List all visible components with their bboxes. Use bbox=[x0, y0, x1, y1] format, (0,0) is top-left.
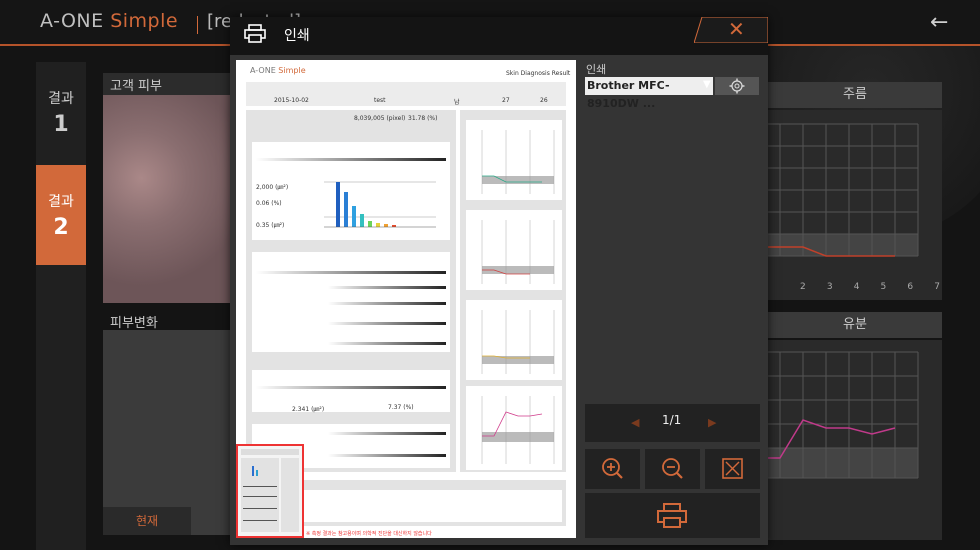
next-page-icon[interactable]: ▶ bbox=[708, 416, 716, 429]
zoom-out-button[interactable] bbox=[645, 449, 700, 489]
result-tab-2[interactable]: 결과 2 bbox=[36, 165, 86, 265]
preview-wrinkle-bar-1 bbox=[256, 271, 446, 274]
preview-total-count: 8,039,005 (pixel) bbox=[354, 115, 406, 122]
oil-chart-svg bbox=[768, 351, 919, 479]
fit-page-button[interactable] bbox=[705, 449, 760, 489]
zoom-out-icon bbox=[662, 458, 683, 479]
preview-date: 2015-10-02 bbox=[274, 97, 309, 104]
preview-footer-warning: ※ 측정 결과는 참고용이며 의학적 진단을 대신하지 않습니다 bbox=[306, 531, 432, 537]
preview-age: 27 bbox=[502, 97, 510, 104]
preview-wrinkle-bar-4 bbox=[328, 322, 446, 325]
current-button[interactable]: 현재 bbox=[103, 507, 191, 535]
result-tab-1[interactable]: 결과 1 bbox=[36, 88, 86, 160]
wrinkle-chart: 234567 bbox=[768, 110, 942, 300]
printer-settings-button[interactable] bbox=[715, 77, 759, 95]
preview-report-title: Skin Diagnosis Result bbox=[506, 70, 571, 77]
customer-skin-label: 고객 피부 bbox=[110, 79, 162, 94]
fit-screen-icon bbox=[722, 458, 743, 479]
page-indicator: 1/1 bbox=[662, 413, 682, 427]
print-dialog-title: 인쇄 bbox=[284, 28, 310, 44]
preview-wrinkle-bar-2 bbox=[328, 286, 446, 289]
preview-name: test bbox=[374, 97, 386, 104]
preview-pore-histogram bbox=[324, 181, 436, 228]
printer-label: 인쇄 bbox=[586, 63, 607, 76]
preview-pore-size2: 0.35 (㎛²) bbox=[256, 222, 285, 229]
preview-mini-charts bbox=[466, 120, 562, 470]
preview-wrinkle-bar-3 bbox=[328, 302, 446, 305]
oil-chart-header: 유분 bbox=[768, 312, 942, 338]
result-tab-label: 결과 bbox=[48, 194, 74, 210]
zoom-in-icon bbox=[602, 458, 623, 479]
printer-select[interactable]: Brother MFC-8910DW ... bbox=[585, 77, 713, 110]
preview-pigment-val: 2.341 (㎛²) bbox=[292, 406, 325, 413]
chevron-down-icon[interactable]: ▼ bbox=[703, 79, 711, 90]
preview-zone-bar-2 bbox=[328, 454, 446, 457]
print-dialog-header bbox=[230, 17, 768, 55]
preview-pigment-pct: 7.37 (%) bbox=[388, 404, 414, 411]
app-logo: A-ONE Simple bbox=[40, 10, 179, 32]
wrinkle-chart-header: 주름 bbox=[768, 82, 942, 108]
preview-pore-pct: 0.06 (%) bbox=[256, 200, 282, 207]
result-tab-label: 결과 bbox=[48, 91, 74, 107]
skin-change-panel bbox=[103, 330, 233, 535]
printer-icon bbox=[657, 503, 687, 528]
result-tab-number: 1 bbox=[53, 112, 69, 137]
wrinkle-chart-svg bbox=[768, 123, 919, 257]
skin-image bbox=[103, 95, 231, 303]
preview-gender: 남 bbox=[454, 99, 460, 106]
print-button[interactable] bbox=[585, 493, 760, 538]
preview-pigment-box bbox=[252, 370, 450, 412]
zoom-in-button[interactable] bbox=[585, 449, 640, 489]
preview-value: 26 bbox=[540, 97, 548, 104]
skin-change-label: 피부변화 bbox=[110, 316, 158, 331]
thumbnail-image bbox=[241, 449, 299, 532]
preview-zone-bar-1 bbox=[328, 432, 446, 435]
oil-chart bbox=[768, 340, 942, 540]
gear-icon bbox=[729, 78, 745, 94]
printer-icon bbox=[244, 24, 266, 48]
close-icon[interactable]: ✕ bbox=[728, 17, 745, 41]
preview-logo: A-ONE Simple bbox=[250, 66, 306, 75]
result-tab-number: 2 bbox=[53, 215, 69, 240]
wrinkle-x-ticks: 234567 bbox=[800, 282, 940, 292]
header-separator bbox=[197, 16, 198, 34]
preview-pore-bar bbox=[256, 158, 446, 161]
previous-page-icon[interactable]: ◀ bbox=[631, 416, 639, 429]
preview-pigment-bar bbox=[256, 386, 446, 389]
page-thumbnail[interactable] bbox=[236, 444, 304, 538]
preview-total-pct: 31.78 (%) bbox=[408, 115, 438, 122]
back-arrow-icon[interactable]: ← bbox=[930, 10, 948, 35]
preview-pore-size: 2,000 (㎛²) bbox=[256, 184, 289, 191]
preview-wrinkle-bar-5 bbox=[328, 342, 446, 345]
